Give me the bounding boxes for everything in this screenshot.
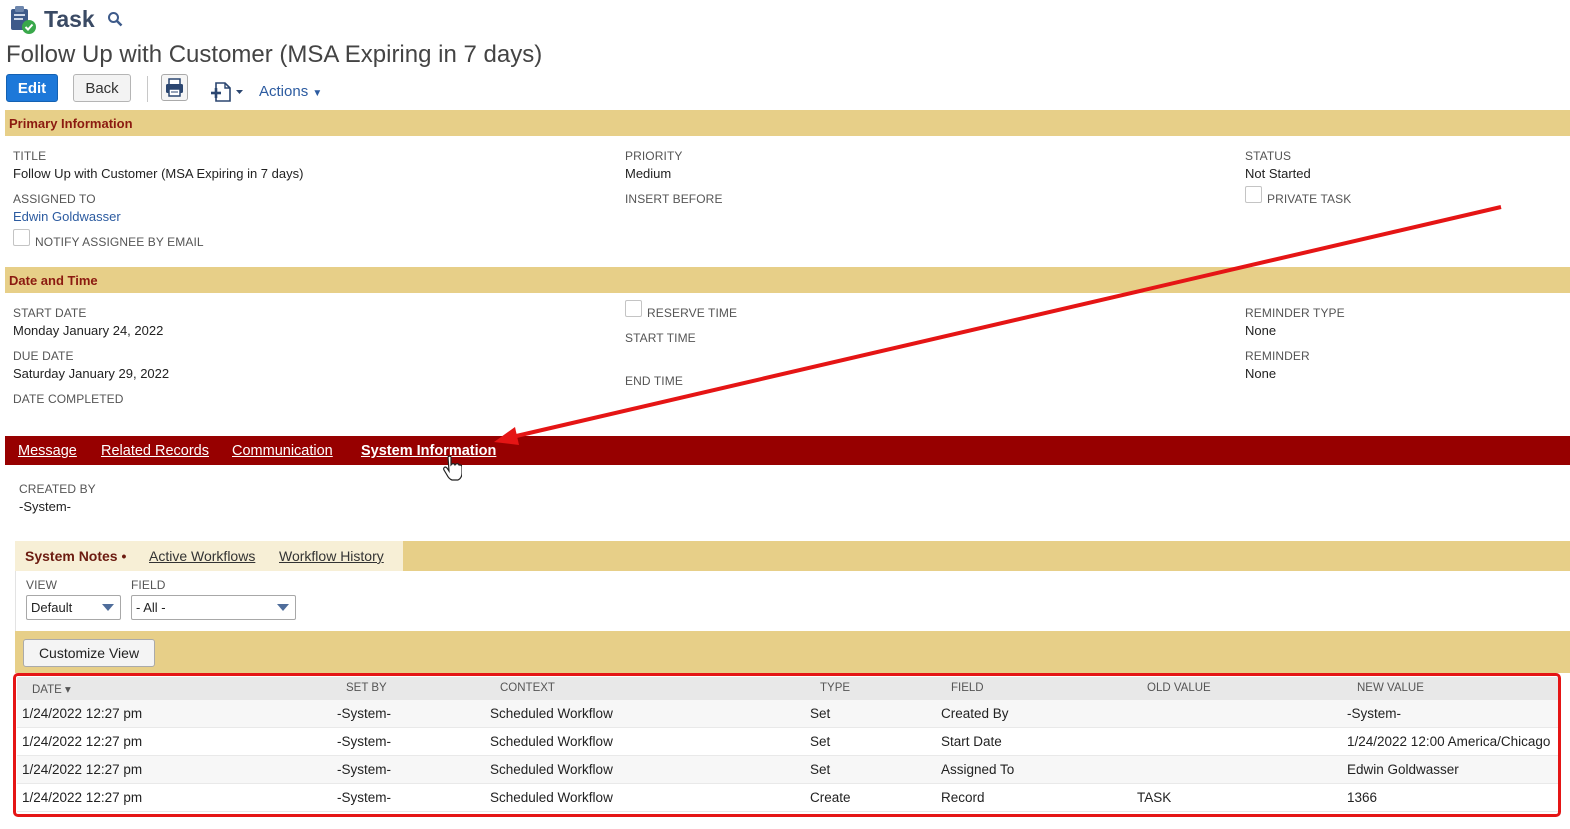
title-value: Follow Up with Customer (MSA Expiring in… xyxy=(13,166,304,181)
column-header-date[interactable]: DATE ▾ xyxy=(32,682,71,696)
cell-type: Create xyxy=(810,790,851,805)
column-header-context[interactable]: CONTEXT xyxy=(500,682,555,694)
assigned-to-label: ASSIGNED TO xyxy=(13,192,96,206)
cell-type: Set xyxy=(810,762,831,777)
due-date-value: Saturday January 29, 2022 xyxy=(13,366,170,381)
assigned-to-link[interactable]: Edwin Goldwasser xyxy=(13,209,121,224)
table-header xyxy=(17,677,1559,700)
record-type-title: Task xyxy=(44,6,95,32)
tab-related-records[interactable]: Related Records xyxy=(101,443,209,459)
tab-communication[interactable]: Communication xyxy=(232,443,333,459)
date-and-time-section[interactable]: Date and Time xyxy=(5,267,1570,293)
column-header-set-by[interactable]: SET BY xyxy=(346,682,387,694)
toolbar-divider xyxy=(147,76,148,102)
field-label: FIELD xyxy=(131,578,166,592)
cell-old-value: TASK xyxy=(1137,790,1172,805)
date-completed-label: DATE COMPLETED xyxy=(13,392,124,406)
cell-date: 1/24/2022 12:27 pm xyxy=(22,762,143,777)
status-value: Not Started xyxy=(1245,166,1311,181)
cell-date: 1/24/2022 12:27 pm xyxy=(22,790,143,805)
task-clipboard-icon xyxy=(9,5,37,35)
tab-system-information[interactable]: System Information xyxy=(361,443,496,459)
cell-type: Set xyxy=(810,734,831,749)
table-row: 1/24/2022 12:27 pm -System- Scheduled Wo… xyxy=(17,700,1559,728)
created-by-value: -System- xyxy=(19,499,71,514)
cell-new-value: Edwin Goldwasser xyxy=(1347,762,1459,777)
cell-type: Set xyxy=(810,706,831,721)
back-button[interactable]: Back xyxy=(73,74,131,102)
search-icon[interactable] xyxy=(107,11,123,27)
cell-context: Scheduled Workflow xyxy=(490,790,613,805)
cell-field: Start Date xyxy=(941,734,1002,749)
new-record-menu-icon[interactable] xyxy=(209,81,245,103)
notify-assignee-label: NOTIFY ASSIGNEE BY EMAIL xyxy=(35,235,204,249)
column-header-field[interactable]: FIELD xyxy=(951,682,984,694)
cell-context: Scheduled Workflow xyxy=(490,706,613,721)
cell-new-value: 1/24/2022 12:00 America/Chicago xyxy=(1347,734,1551,749)
created-by-label: CREATED BY xyxy=(19,482,96,496)
reserve-time-checkbox[interactable] xyxy=(625,300,642,317)
cell-date: 1/24/2022 12:27 pm xyxy=(22,734,143,749)
reminder-label: REMINDER xyxy=(1245,349,1310,363)
cell-set-by: -System- xyxy=(337,790,391,805)
notify-assignee-checkbox[interactable] xyxy=(13,229,30,246)
cell-date: 1/24/2022 12:27 pm xyxy=(22,706,143,721)
record-title: Follow Up with Customer (MSA Expiring in… xyxy=(6,41,543,68)
actions-menu[interactable]: Actions ▼ xyxy=(259,83,322,100)
cell-new-value: -System- xyxy=(1347,706,1401,721)
cell-context: Scheduled Workflow xyxy=(490,762,613,777)
dropdown-caret-icon xyxy=(102,604,114,611)
start-date-label: START DATE xyxy=(13,306,87,320)
view-select-value: Default xyxy=(31,600,73,615)
view-select[interactable]: Default xyxy=(26,595,121,620)
title-label: TITLE xyxy=(13,149,47,163)
insert-before-label: INSERT BEFORE xyxy=(625,192,723,206)
start-date-value: Monday January 24, 2022 xyxy=(13,323,164,338)
end-time-label: END TIME xyxy=(625,374,683,388)
column-header-type[interactable]: TYPE xyxy=(820,682,850,694)
column-header-new-value[interactable]: NEW VALUE xyxy=(1357,682,1424,694)
dropdown-caret-icon xyxy=(277,604,289,611)
actions-label: Actions xyxy=(259,83,309,100)
subtab-active-workflows[interactable]: Active Workflows xyxy=(149,548,255,564)
start-time-label: START TIME xyxy=(625,331,696,345)
cell-context: Scheduled Workflow xyxy=(490,734,613,749)
view-label: VIEW xyxy=(26,578,58,592)
subtab-workflow-history[interactable]: Workflow History xyxy=(279,548,384,564)
print-button[interactable] xyxy=(161,74,188,101)
reminder-type-value: None xyxy=(1245,323,1277,338)
cell-set-by: -System- xyxy=(337,734,391,749)
status-label: STATUS xyxy=(1245,149,1292,163)
subtab-bar: Message Related Records Communication Sy… xyxy=(5,436,1570,465)
cell-field: Record xyxy=(941,790,985,805)
subtab-system-notes-label: System Notes xyxy=(25,548,118,564)
priority-label: PRIORITY xyxy=(625,149,683,163)
table-row: 1/24/2022 12:27 pm -System- Scheduled Wo… xyxy=(17,784,1559,812)
primary-information-section[interactable]: Primary Information xyxy=(5,110,1570,136)
cell-field: Created By xyxy=(941,706,1009,721)
cell-field: Assigned To xyxy=(941,762,1015,777)
table-row: 1/24/2022 12:27 pm -System- Scheduled Wo… xyxy=(17,728,1559,756)
table-row: 1/24/2022 12:27 pm -System- Scheduled Wo… xyxy=(17,756,1559,784)
reminder-value: None xyxy=(1245,366,1277,381)
field-select-value: - All - xyxy=(136,600,166,615)
caret-down-icon: ▼ xyxy=(312,88,323,99)
customize-view-bar xyxy=(15,631,1570,673)
reserve-time-label: RESERVE TIME xyxy=(647,306,738,320)
edit-button[interactable]: Edit xyxy=(6,74,58,102)
private-task-checkbox[interactable] xyxy=(1245,186,1262,203)
cell-set-by: -System- xyxy=(337,706,391,721)
subtab-system-notes[interactable]: System Notes • xyxy=(25,548,126,564)
reminder-type-label: REMINDER TYPE xyxy=(1245,306,1345,320)
field-select[interactable]: - All - xyxy=(131,595,296,620)
customize-view-button[interactable]: Customize View xyxy=(23,639,155,667)
cell-new-value: 1366 xyxy=(1347,790,1378,805)
priority-value: Medium xyxy=(625,166,672,181)
private-task-label: PRIVATE TASK xyxy=(1267,192,1352,206)
column-header-old-value[interactable]: OLD VALUE xyxy=(1147,682,1211,694)
due-date-label: DUE DATE xyxy=(13,349,74,363)
tab-message[interactable]: Message xyxy=(18,443,77,459)
cell-set-by: -System- xyxy=(337,762,391,777)
printer-icon xyxy=(166,78,183,97)
